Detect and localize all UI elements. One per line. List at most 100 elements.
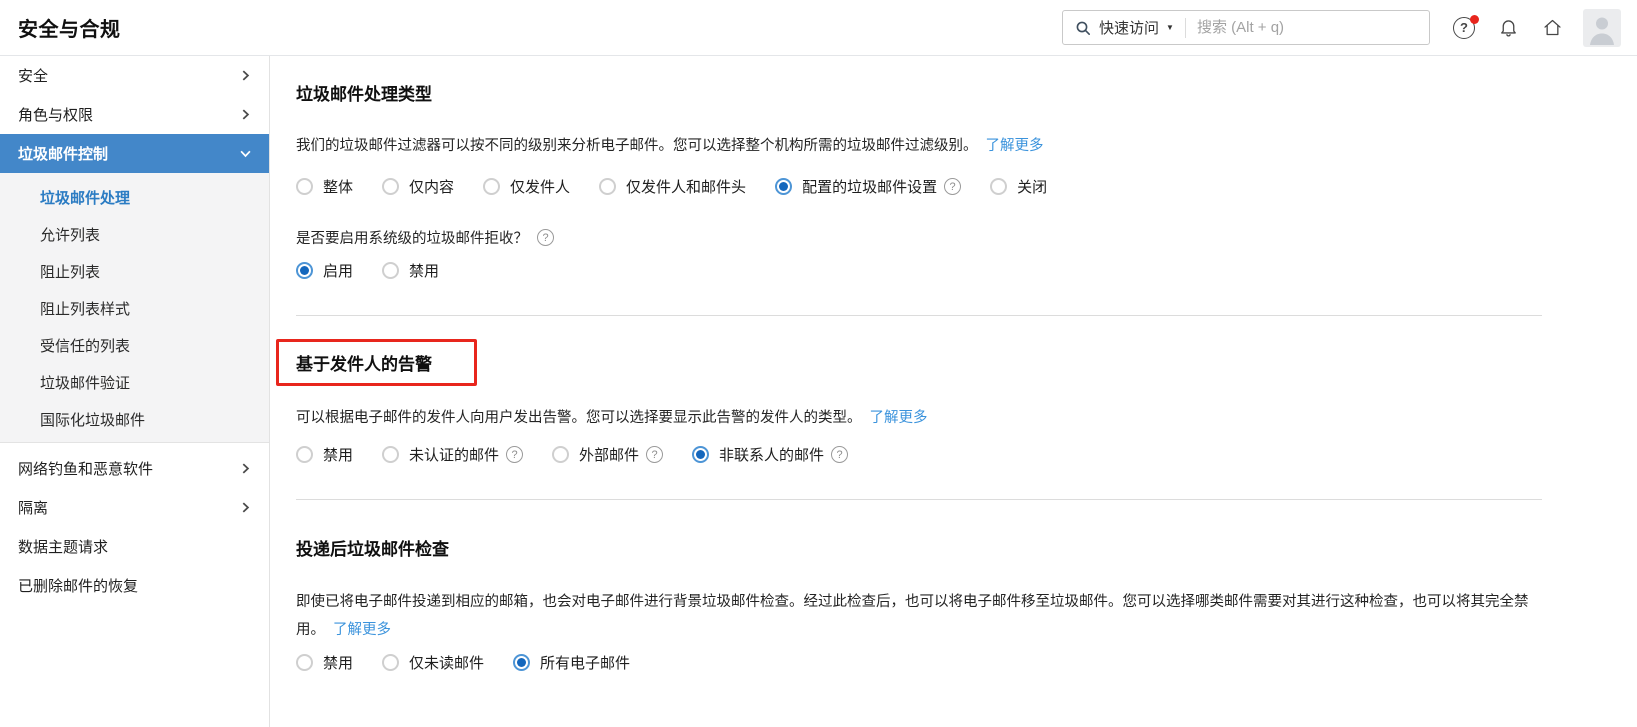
sender-alert-options: 禁用 未认证的邮件 ? 外部邮件 ? 非联系人的邮件 ?	[296, 444, 1542, 465]
sender-alert-description: 可以根据电子邮件的发件人向用户发出告警。您可以选择要显示此告警的发件人的类型。了…	[296, 404, 1542, 432]
learn-more-link[interactable]: 了解更多	[986, 138, 1044, 154]
chevron-right-icon	[240, 109, 251, 120]
description-text: 即使已将电子邮件投递到相应的邮箱，也会对电子邮件进行背景垃圾邮件检查。经过此检查…	[296, 594, 1529, 638]
global-search-box[interactable]: 快速访问 ▼	[1062, 10, 1430, 45]
user-avatar[interactable]	[1583, 8, 1621, 47]
radio-icon	[775, 178, 793, 195]
sidebar-item-deleted-mail-recovery[interactable]: 已删除邮件的恢复	[0, 566, 269, 605]
description-text: 可以根据电子邮件的发件人向用户发出告警。您可以选择要显示此告警的发件人的类型。	[296, 410, 862, 426]
sidebar-item-quarantine[interactable]: 隔离	[0, 488, 269, 527]
radio-label: 仅发件人	[510, 179, 571, 196]
radio-icon	[513, 654, 531, 671]
sidebar-subitem-label: 允许列表	[40, 227, 101, 244]
learn-more-link[interactable]: 了解更多	[870, 410, 928, 426]
radio-icon	[296, 446, 313, 463]
sidebar-item-spam-control[interactable]: 垃圾邮件控制	[0, 134, 269, 173]
search-divider	[1184, 17, 1186, 38]
sidebar-item-label: 安全	[18, 68, 49, 85]
radio-icon	[296, 262, 313, 279]
sidebar-subitem-allow-list[interactable]: 允许列表	[0, 216, 269, 253]
radio-option-configured-spam-settings[interactable]: 配置的垃圾邮件设置 ?	[775, 176, 962, 197]
quick-access-label: 快速访问	[1099, 20, 1160, 37]
radio-label: 禁用	[323, 655, 354, 672]
bell-icon	[1498, 17, 1519, 38]
home-button[interactable]	[1542, 17, 1563, 38]
radio-icon	[382, 178, 400, 195]
radio-option-external-mail[interactable]: 外部邮件 ?	[552, 444, 664, 465]
notifications-button[interactable]	[1498, 17, 1519, 38]
notification-dot	[1470, 14, 1479, 24]
chevron-right-icon	[240, 463, 251, 474]
radio-option-content-only[interactable]: 仅内容	[382, 176, 454, 197]
sidebar-item-security[interactable]: 安全	[0, 56, 269, 95]
radio-label: 关闭	[1017, 179, 1048, 196]
radio-icon	[382, 446, 400, 463]
chevron-right-icon	[240, 502, 251, 513]
section-title-spam-processing-type: 垃圾邮件处理类型	[296, 85, 432, 104]
header-actions: 快速访问 ▼ ?	[1062, 8, 1621, 47]
sidebar-item-label: 数据主题请求	[18, 539, 109, 556]
radio-label: 未认证的邮件	[409, 447, 500, 464]
help-icon[interactable]: ?	[506, 446, 524, 463]
description-text: 我们的垃圾邮件过滤器可以按不同的级别来分析电子邮件。您可以选择整个机构所需的垃圾…	[296, 138, 978, 154]
radio-label: 整体	[323, 179, 354, 196]
sidebar-item-phishing-malware[interactable]: 网络钓鱼和恶意软件	[0, 449, 269, 488]
help-button[interactable]: ?	[1453, 14, 1479, 39]
section-title-post-delivery-check: 投递后垃圾邮件检查	[296, 540, 449, 559]
page-title: 安全与合规	[18, 19, 121, 41]
radio-label: 禁用	[323, 447, 354, 464]
radio-option-unauthenticated-mail[interactable]: 未认证的邮件 ?	[382, 444, 524, 465]
radio-label: 配置的垃圾邮件设置	[802, 179, 938, 196]
help-icon[interactable]: ?	[944, 178, 962, 195]
radio-option-enable[interactable]: 启用	[296, 260, 353, 281]
section-divider	[296, 315, 1542, 316]
radio-label: 仅发件人和邮件头	[626, 179, 747, 196]
chevron-right-icon	[240, 70, 251, 81]
sidebar-subitem-block-list[interactable]: 阻止列表	[0, 253, 269, 290]
spam-processing-description: 我们的垃圾邮件过滤器可以按不同的级别来分析电子邮件。您可以选择整个机构所需的垃圾…	[296, 132, 1542, 160]
sidebar-subitem-international-spam[interactable]: 国际化垃圾邮件	[0, 401, 269, 438]
sidebar-item-label: 角色与权限	[18, 107, 94, 124]
learn-more-link[interactable]: 了解更多	[333, 622, 391, 638]
sidebar-nav: 安全 角色与权限 垃圾邮件控制 垃圾邮件处理 允许列表 阻止列表 阻止列表样式 …	[0, 56, 270, 727]
home-icon	[1542, 17, 1563, 38]
quick-access-dropdown[interactable]: 快速访问 ▼	[1075, 17, 1174, 38]
sidebar-subitem-label: 垃圾邮件处理	[40, 190, 131, 207]
sidebar-item-label: 已删除邮件的恢复	[18, 578, 139, 595]
radio-label: 启用	[323, 263, 354, 280]
radio-option-unread-only[interactable]: 仅未读邮件	[382, 652, 484, 673]
radio-option-off[interactable]: 关闭	[990, 176, 1047, 197]
radio-option-all-emails[interactable]: 所有电子邮件	[513, 652, 630, 673]
sidebar-subitem-label: 垃圾邮件验证	[40, 375, 131, 392]
post-delivery-description: 即使已将电子邮件投递到相应的邮箱，也会对电子邮件进行背景垃圾邮件检查。经过此检查…	[296, 588, 1542, 644]
radio-icon	[382, 654, 400, 671]
help-icon[interactable]: ?	[537, 229, 554, 246]
sidebar-bottom-group: 网络钓鱼和恶意软件 隔离 数据主题请求 已删除邮件的恢复	[0, 443, 269, 605]
sidebar-item-label: 隔离	[18, 500, 49, 517]
sidebar-subitem-spam-processing[interactable]: 垃圾邮件处理	[0, 179, 269, 216]
question-text: 是否要启用系统级的垃圾邮件拒收？	[296, 231, 528, 247]
spam-control-submenu: 垃圾邮件处理 允许列表 阻止列表 阻止列表样式 受信任的列表 垃圾邮件验证 国际…	[0, 173, 269, 443]
radio-option-disable[interactable]: 禁用	[382, 260, 439, 281]
sidebar-subitem-trusted-list[interactable]: 受信任的列表	[0, 327, 269, 364]
sidebar-subitem-spam-verification[interactable]: 垃圾邮件验证	[0, 364, 269, 401]
radio-option-check-disable[interactable]: 禁用	[296, 652, 353, 673]
radio-icon	[483, 178, 501, 195]
sidebar-subitem-label: 阻止列表	[40, 264, 101, 281]
sidebar-item-label: 垃圾邮件控制	[18, 146, 109, 163]
sidebar-subitem-block-list-pattern[interactable]: 阻止列表样式	[0, 290, 269, 327]
radio-option-alert-disable[interactable]: 禁用	[296, 444, 353, 465]
sidebar-item-roles-permissions[interactable]: 角色与权限	[0, 95, 269, 134]
radio-label: 禁用	[409, 263, 440, 280]
sidebar-item-data-subject-request[interactable]: 数据主题请求	[0, 527, 269, 566]
radio-option-sender-only[interactable]: 仅发件人	[483, 176, 570, 197]
radio-option-sender-and-header[interactable]: 仅发件人和邮件头	[599, 176, 746, 197]
search-input[interactable]	[1196, 19, 1417, 36]
help-icon[interactable]: ?	[831, 446, 849, 463]
sidebar-item-label: 网络钓鱼和恶意软件	[18, 461, 154, 478]
help-icon[interactable]: ?	[646, 446, 664, 463]
radio-option-non-contact-mail[interactable]: 非联系人的邮件 ?	[692, 444, 849, 465]
radio-icon	[552, 446, 570, 463]
radio-label: 仅未读邮件	[409, 655, 485, 672]
radio-option-overall[interactable]: 整体	[296, 176, 353, 197]
